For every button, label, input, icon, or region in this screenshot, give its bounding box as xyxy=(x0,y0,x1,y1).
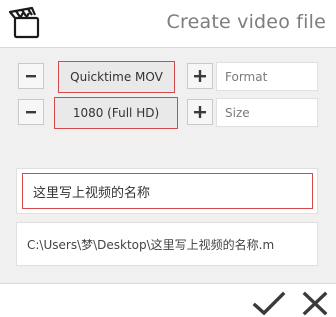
close-icon[interactable] xyxy=(302,291,328,316)
format-increment-button[interactable] xyxy=(187,63,213,89)
minus-icon xyxy=(26,111,36,114)
video-name-input[interactable]: 这里写上视频的名称 xyxy=(22,173,313,209)
checkmark-icon[interactable] xyxy=(252,291,286,316)
dialog-header: Create video file xyxy=(0,0,336,48)
format-label: Format xyxy=(216,62,318,91)
output-path-field[interactable]: C:\Users\梦\Desktop\这里写上视频的名称.m xyxy=(16,222,318,266)
format-decrement-button[interactable] xyxy=(18,63,44,89)
plus-icon xyxy=(194,106,206,118)
page-title: Create video file xyxy=(166,11,326,33)
size-label: Size xyxy=(216,98,318,127)
minus-icon xyxy=(26,75,36,78)
size-decrement-button[interactable] xyxy=(18,99,44,125)
clapperboard-icon xyxy=(8,6,40,39)
format-value: Quicktime MOV xyxy=(58,61,175,93)
size-value: 1080 (Full HD) xyxy=(54,97,178,129)
size-increment-button[interactable] xyxy=(187,99,213,125)
plus-icon xyxy=(194,70,206,82)
